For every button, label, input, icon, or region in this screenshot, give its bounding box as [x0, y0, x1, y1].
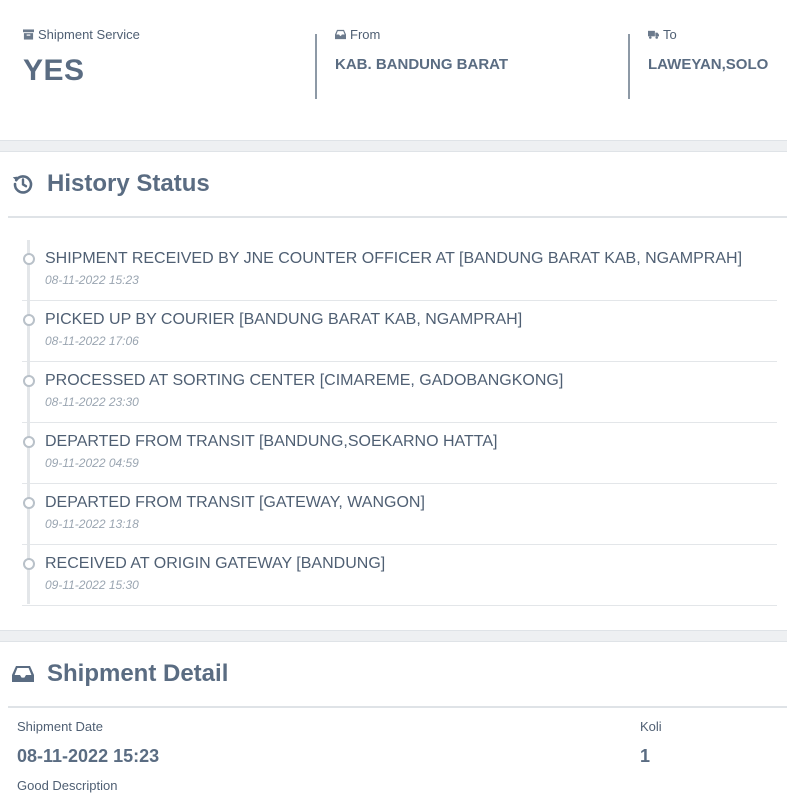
service-label: Shipment Service [38, 26, 140, 42]
history-date: 08-11-2022 23:30 [45, 395, 139, 409]
history-title: History Status [47, 170, 210, 197]
inbox-icon [12, 666, 34, 682]
history-item: PROCESSED AT SORTING CENTER [CIMAREME, G… [22, 362, 777, 423]
divider [628, 34, 630, 99]
from-value: KAB. BANDUNG BARAT [335, 56, 509, 73]
history-item: RECEIVED AT ORIGIN GATEWAY [BANDUNG] 09-… [22, 545, 777, 606]
history-header: History Status [8, 152, 787, 218]
to-label: To [663, 26, 677, 42]
from-column: From KAB. BANDUNG BARAT [335, 26, 508, 73]
timeline-dot [23, 497, 35, 509]
good-description-label: Good Description [17, 778, 118, 793]
history-item: SHIPMENT RECEIVED BY JNE COUNTER OFFICER… [22, 240, 777, 301]
service-column: Shipment Service YES [23, 26, 140, 88]
timeline-dot [23, 314, 35, 326]
history-item: DEPARTED FROM TRANSIT [GATEWAY, WANGON] … [22, 484, 777, 545]
koli-label: Koli [640, 719, 662, 734]
timeline-dot [23, 436, 35, 448]
shipment-date-value: 08-11-2022 15:23 [17, 746, 160, 766]
timeline-dot [23, 558, 35, 570]
history-timeline: SHIPMENT RECEIVED BY JNE COUNTER OFFICER… [22, 240, 777, 606]
history-status: RECEIVED AT ORIGIN GATEWAY [BANDUNG] [45, 555, 386, 572]
history-date: 08-11-2022 15:23 [45, 273, 139, 287]
history-date: 09-11-2022 15:30 [45, 578, 139, 592]
to-value: LAWEYAN,SOLO [648, 56, 769, 73]
detail-header: Shipment Detail [8, 642, 787, 708]
history-date: 09-11-2022 13:18 [45, 517, 139, 531]
section-separator [0, 630, 787, 642]
history-status: DEPARTED FROM TRANSIT [BANDUNG,SOEKARNO … [45, 433, 498, 450]
history-item: DEPARTED FROM TRANSIT [BANDUNG,SOEKARNO … [22, 423, 777, 484]
from-label: From [350, 26, 381, 42]
history-status: SHIPMENT RECEIVED BY JNE COUNTER OFFICER… [45, 250, 743, 267]
divider [315, 34, 317, 99]
inbox-icon [335, 29, 346, 39]
history-item: PICKED UP BY COURIER [BANDUNG BARAT KAB,… [22, 301, 777, 362]
history-status: DEPARTED FROM TRANSIT [GATEWAY, WANGON] [45, 494, 425, 511]
service-value: YES [23, 54, 85, 87]
shipment-date-label: Shipment Date [17, 719, 103, 734]
history-date: 08-11-2022 17:06 [45, 334, 139, 348]
detail-title: Shipment Detail [47, 660, 229, 687]
truck-icon [648, 30, 659, 39]
to-column: To LAWEYAN,SOLO [648, 26, 768, 73]
history-status: PROCESSED AT SORTING CENTER [CIMAREME, G… [45, 372, 564, 389]
shipment-summary: Shipment Service YES From KAB. BANDUNG B… [0, 0, 787, 140]
koli-value: 1 [640, 746, 651, 766]
section-separator [0, 140, 787, 152]
history-icon [12, 175, 33, 194]
archive-icon [23, 28, 34, 40]
timeline-dot [23, 375, 35, 387]
history-status: PICKED UP BY COURIER [BANDUNG BARAT KAB,… [45, 311, 523, 328]
history-date: 09-11-2022 04:59 [45, 456, 139, 470]
timeline-dot [23, 253, 35, 265]
